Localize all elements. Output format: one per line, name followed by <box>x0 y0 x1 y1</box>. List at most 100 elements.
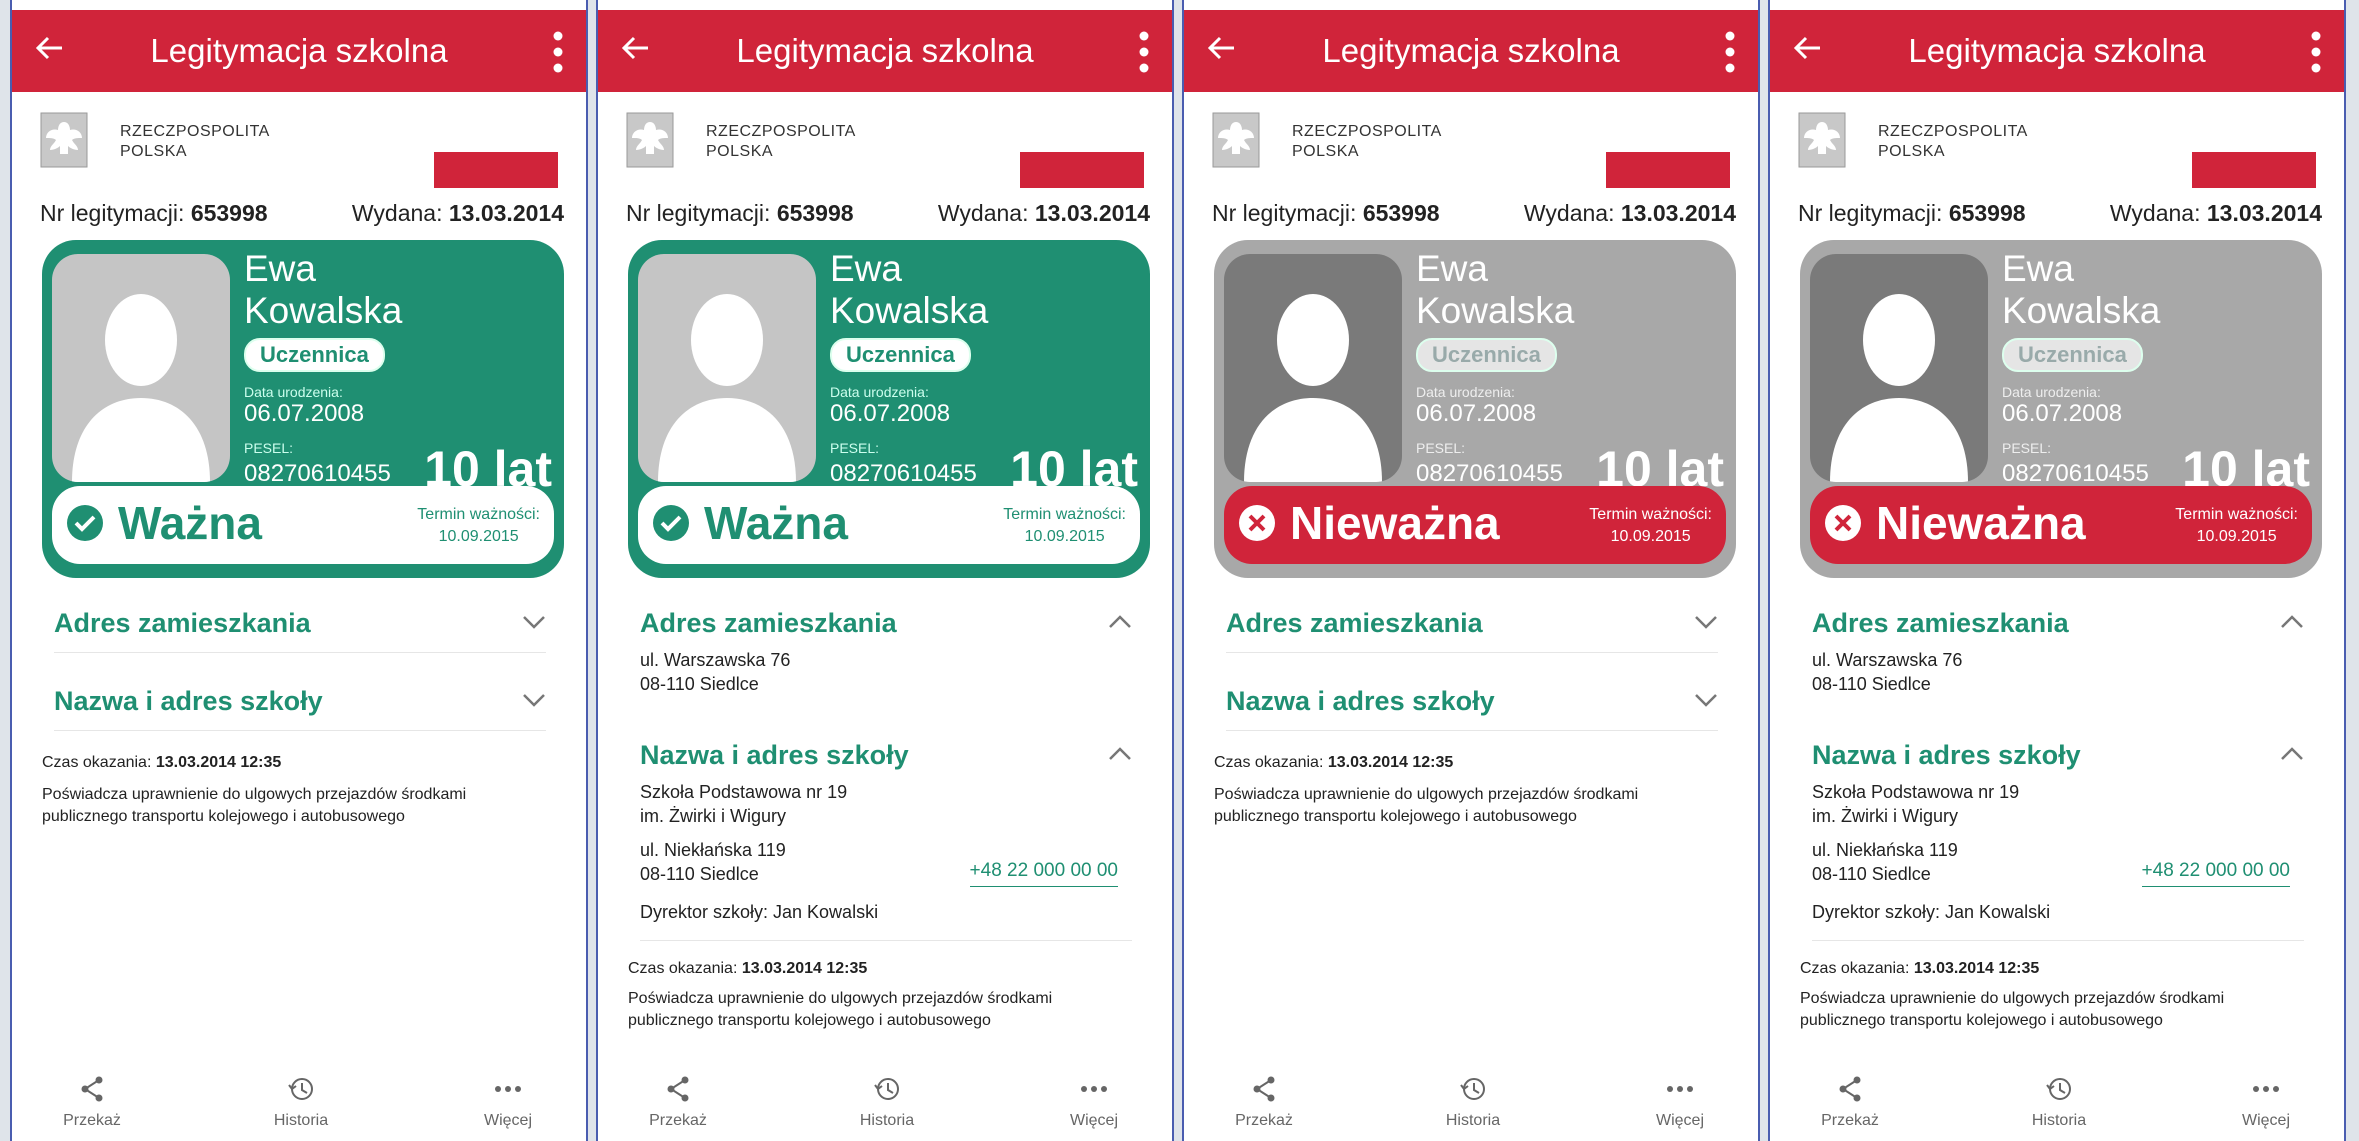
dob-value: 06.07.2008 <box>244 400 365 427</box>
more-horiz-icon <box>1667 1086 1693 1092</box>
history-button[interactable]: Historia <box>241 1074 361 1130</box>
school-name: im. Żwirki i Wigury <box>640 806 786 826</box>
expiry-term: Termin ważności: 10.09.2015 <box>1003 506 1126 545</box>
dob-value: 06.07.2008 <box>2002 400 2123 427</box>
app-title: Legitymacja szkolna <box>1908 32 2206 69</box>
address-line: 08-110 Siedlce <box>640 674 759 694</box>
issue-date: Wydana: 13.03.2014 <box>937 200 1150 226</box>
director-name: Dyrektor szkoły: Jan Kowalski <box>640 902 879 922</box>
student-id-card: Ewa Kowalska Uczennica Data urodzenia: 0… <box>42 240 564 578</box>
school-section-header[interactable]: Nazwa i adres szkoły <box>640 740 1132 771</box>
photo-placeholder <box>1224 254 1402 482</box>
school-section-header[interactable]: Nazwa i adres szkoły <box>1226 686 1718 717</box>
school-address: ul. Niekłańska 119 <box>640 840 786 860</box>
share-icon <box>81 1076 103 1102</box>
check-circle-icon <box>67 505 103 541</box>
check-circle-icon <box>653 505 689 541</box>
history-icon <box>1460 1078 1485 1100</box>
address-section-header[interactable]: Adres zamieszkania <box>54 608 546 639</box>
more-button[interactable]: Więcej <box>2206 1074 2326 1130</box>
address-section-header[interactable]: Adres zamieszkania <box>640 608 1132 639</box>
share-button[interactable]: Przekaż <box>1204 1074 1324 1130</box>
bottom-action-bar: Przekaż Historia Więcej <box>12 1060 586 1141</box>
more-button[interactable]: Więcej <box>1620 1074 1740 1130</box>
pesel-value: 08270610455 <box>244 460 391 487</box>
student-id-card: Ewa Kowalska Uczennica Data urodzenia: 0… <box>1214 240 1736 578</box>
app-bar: Legitymacja szkolna <box>598 10 1172 92</box>
chevron-up-icon[interactable] <box>1108 746 1132 762</box>
app-bar: Legitymacja szkolna <box>12 10 586 92</box>
history-button[interactable]: Historia <box>827 1074 947 1130</box>
app-title: Legitymacja szkolna <box>736 32 1034 69</box>
more-button[interactable]: Więcej <box>448 1074 568 1130</box>
photo-placeholder <box>638 254 816 482</box>
issue-date: Wydana: 13.03.2014 <box>351 200 564 226</box>
app-bar: Legitymacja szkolna <box>1184 10 1758 92</box>
app-title: Legitymacja szkolna <box>150 32 448 69</box>
photo-placeholder <box>52 254 230 482</box>
pesel-value: 08270610455 <box>2002 460 2149 487</box>
bottom-action-bar: Przekaż Historia Więcej <box>1770 1060 2344 1141</box>
divider <box>54 652 546 653</box>
country-name: RZECZPOSPOLITA POLSKA <box>1292 123 1442 160</box>
history-button[interactable]: Historia <box>1999 1074 2119 1130</box>
pesel-value: 08270610455 <box>830 460 977 487</box>
address-line: ul. Warszawska 76 <box>640 650 791 670</box>
chevron-down-icon[interactable] <box>522 692 546 708</box>
more-horiz-icon <box>495 1086 521 1092</box>
status-text: Nieważna <box>1876 497 2086 549</box>
eagle-emblem-icon <box>40 112 88 168</box>
id-meta-row: Nr legitymacji: 653998 Wydana: 13.03.201… <box>1798 200 2322 227</box>
school-section-header[interactable]: Nazwa i adres szkoły <box>1812 740 2304 771</box>
history-icon <box>288 1078 313 1100</box>
shown-time: Czas okazania: 13.03.2014 12:35 <box>42 754 282 771</box>
school-phone-link[interactable]: +48 22 000 00 00 <box>2141 860 2290 887</box>
person-silhouette-icon <box>1244 294 1382 482</box>
issue-date: Wydana: 13.03.2014 <box>2109 200 2322 226</box>
chevron-up-icon[interactable] <box>1108 614 1132 630</box>
share-button[interactable]: Przekaż <box>32 1074 152 1130</box>
bottom-action-bar: Przekaż Historia Więcej <box>598 1060 1172 1141</box>
id-meta-row: Nr legitymacji: 653998 Wydana: 13.03.201… <box>40 200 564 227</box>
phone-screen-1: Legitymacja szkolna RZECZPOSPOLITA POLSK… <box>10 0 588 1141</box>
address-line: 08-110 Siedlce <box>1812 674 1931 694</box>
poland-flag <box>1606 150 1730 188</box>
pesel-value: 08270610455 <box>1416 460 1563 487</box>
poland-flag <box>2192 150 2316 188</box>
share-icon <box>1839 1076 1861 1102</box>
chevron-up-icon[interactable] <box>2280 746 2304 762</box>
address-section-header[interactable]: Adres zamieszkania <box>1226 608 1718 639</box>
id-number: Nr legitymacji: 653998 <box>1212 200 1440 226</box>
chevron-down-icon[interactable] <box>522 614 546 630</box>
id-meta-row: Nr legitymacji: 653998 Wydana: 13.03.201… <box>1212 200 1736 227</box>
close-circle-icon <box>1825 505 1861 541</box>
more-vert-icon[interactable] <box>1138 30 1150 74</box>
chevron-down-icon[interactable] <box>1694 692 1718 708</box>
student-name: Ewa Kowalska <box>244 248 403 331</box>
student-name: Ewa Kowalska <box>2002 248 2161 331</box>
share-button[interactable]: Przekaż <box>1790 1074 1910 1130</box>
dob-label: Data urodzenia: <box>244 384 343 400</box>
student-id-card: Ewa Kowalska Uczennica Data urodzenia: 0… <box>628 240 1150 578</box>
history-icon <box>874 1078 899 1100</box>
more-vert-icon[interactable] <box>552 30 564 74</box>
app-bar: Legitymacja szkolna <box>1770 10 2344 92</box>
status-bar: Nieważna Termin ważności: 10.09.2015 <box>1810 486 2312 564</box>
history-button[interactable]: Historia <box>1413 1074 1533 1130</box>
status-text: Ważna <box>118 497 262 549</box>
more-horiz-icon <box>2253 1086 2279 1092</box>
chevron-up-icon[interactable] <box>2280 614 2304 630</box>
school-section-header[interactable]: Nazwa i adres szkoły <box>54 686 546 717</box>
address-section-header[interactable]: Adres zamieszkania <box>1812 608 2304 639</box>
more-vert-icon[interactable] <box>2310 30 2322 74</box>
shown-time: Czas okazania: 13.03.2014 12:35 <box>1800 960 2040 977</box>
share-button[interactable]: Przekaż <box>618 1074 738 1130</box>
divider <box>1226 652 1718 653</box>
expiry-term: Termin ważności: 10.09.2015 <box>1589 506 1712 545</box>
more-button[interactable]: Więcej <box>1034 1074 1154 1130</box>
eagle-emblem-icon <box>626 112 674 168</box>
more-vert-icon[interactable] <box>1724 30 1736 74</box>
chevron-down-icon[interactable] <box>1694 614 1718 630</box>
school-phone-link[interactable]: +48 22 000 00 00 <box>969 860 1118 887</box>
divider <box>1812 940 2304 941</box>
